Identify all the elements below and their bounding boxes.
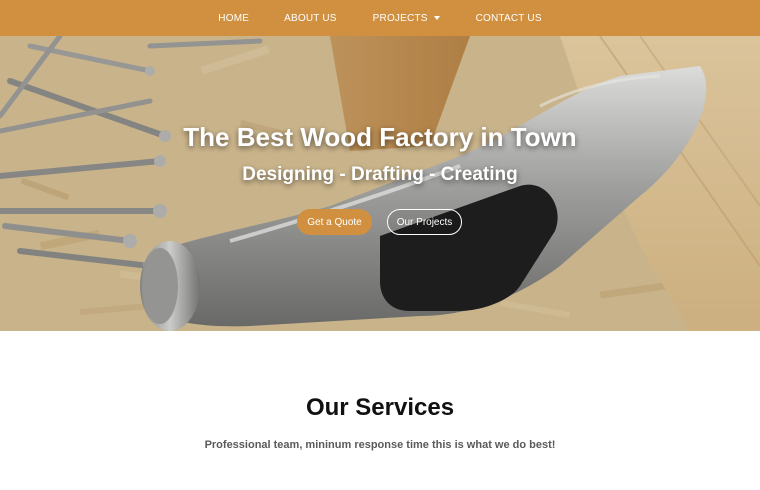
services-subtitle: Professional team, mininum response time… <box>204 439 556 451</box>
top-navigation: HOME ABOUT US PROJECTS CONTACT US <box>0 0 760 36</box>
nav-about-us-label: ABOUT US <box>284 12 337 24</box>
nav-projects-label: PROJECTS <box>372 12 428 24</box>
chevron-down-icon <box>433 16 440 20</box>
nav-about-us[interactable]: ABOUT US <box>284 13 337 24</box>
our-projects-label: Our Projects <box>396 216 453 228</box>
hero-subtitle: Designing - Drafting - Creating <box>242 164 518 185</box>
nav-home[interactable]: HOME <box>218 13 249 24</box>
nav-contact-us-label: CONTACT US <box>475 12 542 24</box>
nav-contact-us[interactable]: CONTACT US <box>476 13 542 24</box>
services-heading: Our Services <box>305 394 455 421</box>
get-a-quote-button[interactable]: Get a Quote <box>297 209 372 235</box>
hero-banner: The Best Wood Factory in Town Designing … <box>0 36 760 331</box>
nav-projects[interactable]: PROJECTS <box>373 13 440 24</box>
our-projects-button[interactable]: Our Projects <box>387 209 462 235</box>
nav-home-label: HOME <box>218 12 250 24</box>
hero-title: The Best Wood Factory in Town <box>183 122 577 152</box>
get-a-quote-label: Get a Quote <box>307 216 362 228</box>
